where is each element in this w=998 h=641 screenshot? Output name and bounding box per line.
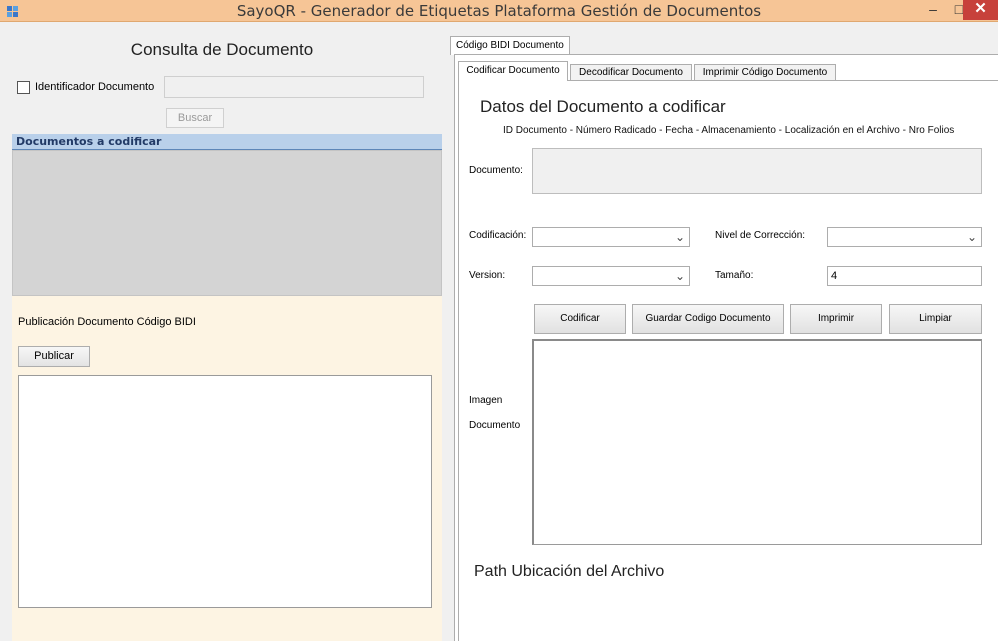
publicar-button[interactable]: Publicar bbox=[18, 346, 90, 367]
version-label: Version: bbox=[469, 270, 506, 281]
window-title: SayoQR - Generador de Etiquetas Platafor… bbox=[236, 2, 762, 20]
tab-decodificar-documento[interactable]: Decodificar Documento bbox=[570, 64, 692, 81]
chevron-down-icon: ⌄ bbox=[674, 230, 685, 244]
identificador-checkbox-label: Identificador Documento bbox=[35, 81, 155, 93]
tamano-label: Tamaño: bbox=[715, 270, 754, 281]
title-bar: SayoQR - Generador de Etiquetas Platafor… bbox=[0, 0, 998, 22]
tab-codificar-documento[interactable]: Codificar Documento bbox=[458, 61, 568, 81]
buscar-button[interactable]: Buscar bbox=[166, 108, 224, 128]
version-select[interactable]: ⌄ bbox=[532, 266, 690, 286]
chevron-down-icon: ⌄ bbox=[674, 269, 685, 283]
limpiar-button[interactable]: Limpiar bbox=[889, 304, 982, 334]
tab-imprimir-codigo-documento[interactable]: Imprimir Código Documento bbox=[694, 64, 836, 81]
documentos-list[interactable] bbox=[12, 150, 442, 296]
imagen-label-line1: Imagen bbox=[469, 395, 503, 406]
nivel-correccion-select[interactable]: ⌄ bbox=[827, 227, 982, 247]
tab-codigo-bidi-documento[interactable]: Código BIDI Documento bbox=[450, 36, 570, 55]
consulta-title: Consulta de Documento bbox=[130, 40, 314, 59]
datos-title: Datos del Documento a codificar bbox=[480, 97, 726, 116]
documento-label: Documento: bbox=[469, 165, 523, 176]
codificacion-select[interactable]: ⌄ bbox=[532, 227, 690, 247]
documentos-group-header: Documentos a codificar bbox=[12, 134, 442, 150]
imagen-documento-box bbox=[532, 339, 982, 545]
publicacion-area: Publicación Documento Código BIDI Public… bbox=[12, 296, 442, 641]
imprimir-button[interactable]: Imprimir bbox=[790, 304, 882, 334]
consulta-panel: Consulta de Documento Identificador Docu… bbox=[4, 24, 442, 641]
codificar-page: Datos del Documento a codificar ID Docum… bbox=[458, 80, 998, 641]
path-title: Path Ubicación del Archivo bbox=[474, 563, 665, 580]
nivel-correccion-label: Nivel de Corrección: bbox=[715, 230, 806, 241]
datos-subtitle: ID Documento - Número Radicado - Fecha -… bbox=[503, 125, 955, 136]
codigo-bidi-page: Codificar Documento Decodificar Document… bbox=[454, 54, 998, 641]
tamano-input[interactable]: 4 bbox=[827, 266, 982, 286]
publicacion-textarea[interactable] bbox=[18, 375, 432, 608]
publicacion-label: Publicación Documento Código BIDI bbox=[18, 316, 196, 328]
chevron-down-icon: ⌄ bbox=[966, 230, 977, 244]
identificador-checkbox[interactable] bbox=[17, 81, 30, 94]
identificador-input[interactable] bbox=[164, 76, 424, 98]
imagen-label-line2: Documento bbox=[469, 420, 521, 431]
codificacion-label: Codificación: bbox=[469, 230, 527, 241]
close-button[interactable]: ✕ bbox=[963, 0, 998, 20]
minimize-button[interactable]: – bbox=[920, 0, 946, 20]
documento-field[interactable] bbox=[532, 148, 982, 194]
codigo-bidi-panel: Código BIDI Documento Codificar Document… bbox=[448, 36, 998, 641]
codificar-button[interactable]: Codificar bbox=[534, 304, 626, 334]
guardar-codigo-button[interactable]: Guardar Codigo Documento bbox=[632, 304, 784, 334]
